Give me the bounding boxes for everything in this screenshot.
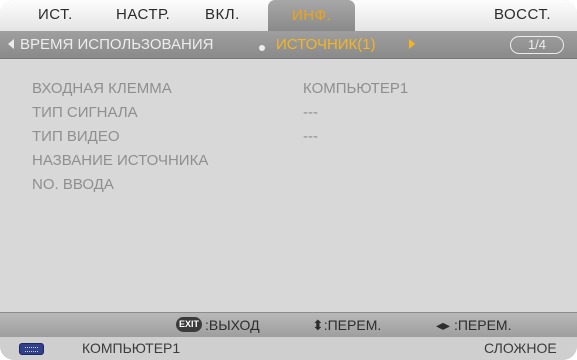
- computer-input-icon: [19, 343, 44, 355]
- tab-info[interactable]: ИНФ.: [268, 0, 356, 31]
- arrow-left-icon[interactable]: [8, 39, 14, 49]
- tab-on[interactable]: ВКЛ.: [205, 6, 240, 23]
- separator-dot-icon: [259, 45, 265, 51]
- help-bar: EXIT :ВЫХОД ⬍:ПЕРЕМ. ◂▸ :ПЕРЕМ.: [0, 312, 577, 337]
- label-input-terminal: ВХОДНАЯ КЛЕММА: [32, 80, 172, 97]
- value-input-terminal: КОМПЬЮТЕР1: [303, 80, 409, 97]
- value-video-type: ---: [303, 128, 318, 145]
- label-video-type: ТИП ВИДЕО: [32, 128, 120, 145]
- arrow-right-icon[interactable]: [409, 39, 415, 49]
- status-menu-mode: СЛОЖНОЕ: [484, 340, 557, 356]
- status-bar: КОМПЬЮТЕР1 СЛОЖНОЕ: [0, 337, 577, 360]
- value-signal-type: ---: [303, 104, 318, 121]
- page-indicator: 1/4: [510, 36, 564, 54]
- menu-tab-bar: ИСТ. НАСТР. ВКЛ. ИНФ. ВОССТ.: [0, 0, 577, 32]
- status-source: КОМПЬЮТЕР1: [82, 340, 181, 356]
- tab-setup[interactable]: НАСТР.: [116, 6, 170, 23]
- projector-osd-menu: ИСТ. НАСТР. ВКЛ. ИНФ. ВОССТ. ВРЕМЯ ИСПОЛ…: [0, 0, 577, 360]
- submenu-source-1[interactable]: ИСТОЧНИК(1): [276, 36, 376, 53]
- submenu-header: ВРЕМЯ ИСПОЛЬЗОВАНИЯ ИСТОЧНИК(1) 1/4: [0, 31, 577, 59]
- help-exit: :ВЫХОД: [205, 317, 260, 333]
- submenu-usage-time[interactable]: ВРЕМЯ ИСПОЛЬЗОВАНИЯ: [20, 36, 213, 53]
- help-move-leftright: ◂▸ :ПЕРЕМ.: [436, 317, 512, 333]
- label-source-name: НАЗВАНИЕ ИСТОЧНИКА: [32, 152, 209, 169]
- help-move-updown: ⬍:ПЕРЕМ.: [312, 317, 382, 333]
- tab-reset[interactable]: ВОССТ.: [494, 6, 551, 23]
- label-signal-type: ТИП СИГНАЛА: [32, 104, 138, 121]
- tab-source[interactable]: ИСТ.: [38, 6, 73, 23]
- exit-key-icon: EXIT: [176, 317, 202, 332]
- info-content-panel: ВХОДНАЯ КЛЕММА КОМПЬЮТЕР1 ТИП СИГНАЛА --…: [0, 59, 577, 312]
- label-entry-no: NO. ВВОДА: [32, 176, 114, 193]
